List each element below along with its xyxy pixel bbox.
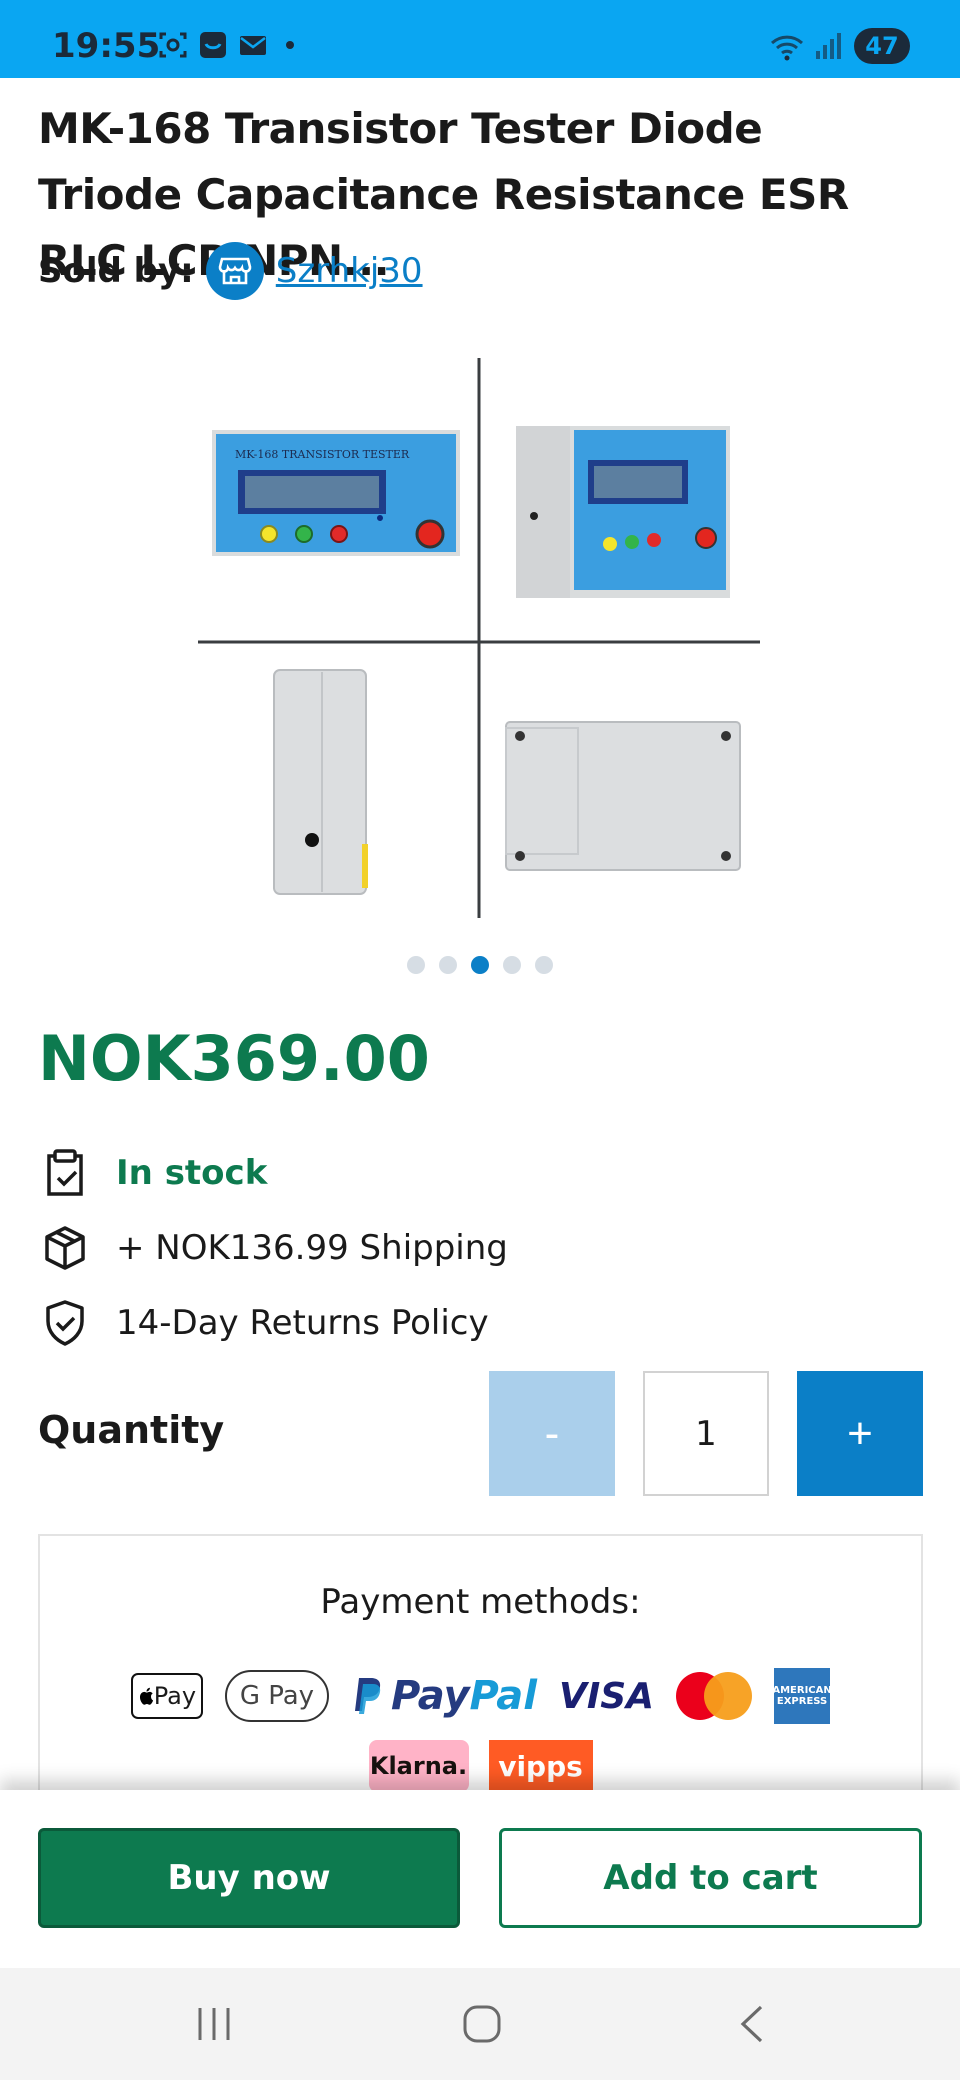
product-price: NOK369.00	[38, 1022, 430, 1095]
stock-status: In stock	[116, 1153, 268, 1193]
shipping-cost: + NOK136.99 Shipping	[116, 1228, 508, 1268]
recent-apps-icon[interactable]	[184, 1996, 244, 2052]
payment-methods-title: Payment methods:	[320, 1582, 641, 1622]
apple-pay-text: Pay	[153, 1682, 197, 1710]
clipboard-check-icon	[40, 1148, 90, 1198]
status-icons-right: 47	[770, 28, 910, 64]
stock-row: In stock	[40, 1148, 267, 1198]
carousel-dot[interactable]	[503, 956, 521, 974]
klarna-logo: Klarna.	[368, 1740, 469, 1792]
carousel-dot-active[interactable]	[471, 956, 489, 974]
carousel-dot[interactable]	[535, 956, 553, 974]
screenshot-icon	[158, 30, 188, 60]
visa-logo: VISA	[559, 1675, 655, 1717]
status-bar: 19:55 47	[0, 0, 960, 78]
quantity-increase-button[interactable]: +	[797, 1371, 923, 1496]
mastercard-logo	[676, 1672, 753, 1720]
buy-now-button[interactable]: Buy now	[38, 1828, 460, 1928]
seller-link[interactable]: Szrhkj30	[276, 251, 423, 291]
battery-indicator: 47	[854, 28, 910, 64]
wifi-icon	[770, 31, 804, 61]
notification-dot-icon	[286, 41, 294, 49]
status-time: 19:55	[52, 26, 161, 66]
paypal-logo: PayPal	[351, 1673, 537, 1719]
google-pay-logo: G Pay	[224, 1670, 329, 1722]
status-icons-left	[158, 30, 294, 60]
vipps-logo: vipps	[488, 1740, 593, 1792]
sold-by: Sold by: Szrhkj30	[38, 242, 423, 300]
store-icon[interactable]	[205, 242, 264, 300]
quantity-input[interactable]: 1	[643, 1371, 769, 1496]
home-icon[interactable]	[452, 1996, 512, 2052]
package-icon	[40, 1223, 90, 1273]
signal-icon	[814, 31, 844, 61]
returns-policy[interactable]: 14-Day Returns Policy	[116, 1303, 489, 1343]
mail-icon	[238, 30, 268, 60]
app-icon	[198, 30, 228, 60]
paypal-p-icon	[354, 1678, 381, 1714]
carousel-dots	[0, 956, 960, 974]
payment-logos-row-2: Klarna. vipps	[40, 1740, 921, 1792]
quantity-label: Quantity	[38, 1408, 225, 1452]
payment-methods-box: Payment methods: Pay G Pay PayPal VISA A…	[38, 1534, 923, 1804]
sold-by-label: Sold by:	[38, 251, 194, 291]
system-nav-bar	[0, 1968, 960, 2080]
back-icon[interactable]	[722, 1996, 782, 2052]
carousel-dot[interactable]	[439, 956, 457, 974]
quantity-decrease-button[interactable]: -	[489, 1371, 615, 1496]
shipping-row: + NOK136.99 Shipping	[40, 1223, 508, 1273]
action-bar: Buy now Add to cart	[0, 1790, 960, 1968]
product-image[interactable]: MK-168 TRANSISTOR TESTER	[190, 352, 770, 922]
payment-logos-row: Pay G Pay PayPal VISA AMERICAN EXPRESS	[40, 1668, 921, 1724]
paypal-text-pal: Pal	[469, 1673, 537, 1719]
apple-pay-logo: Pay	[130, 1673, 203, 1719]
carousel-dot[interactable]	[407, 956, 425, 974]
add-to-cart-button[interactable]: Add to cart	[499, 1828, 922, 1928]
paypal-text-pay: Pay	[390, 1673, 470, 1719]
device-label-text: MK-168 TRANSISTOR TESTER	[235, 448, 410, 461]
returns-row: 14-Day Returns Policy	[40, 1298, 489, 1348]
apple-icon	[139, 1687, 153, 1705]
amex-logo: AMERICAN EXPRESS	[772, 1668, 832, 1724]
shield-check-icon	[40, 1298, 90, 1348]
